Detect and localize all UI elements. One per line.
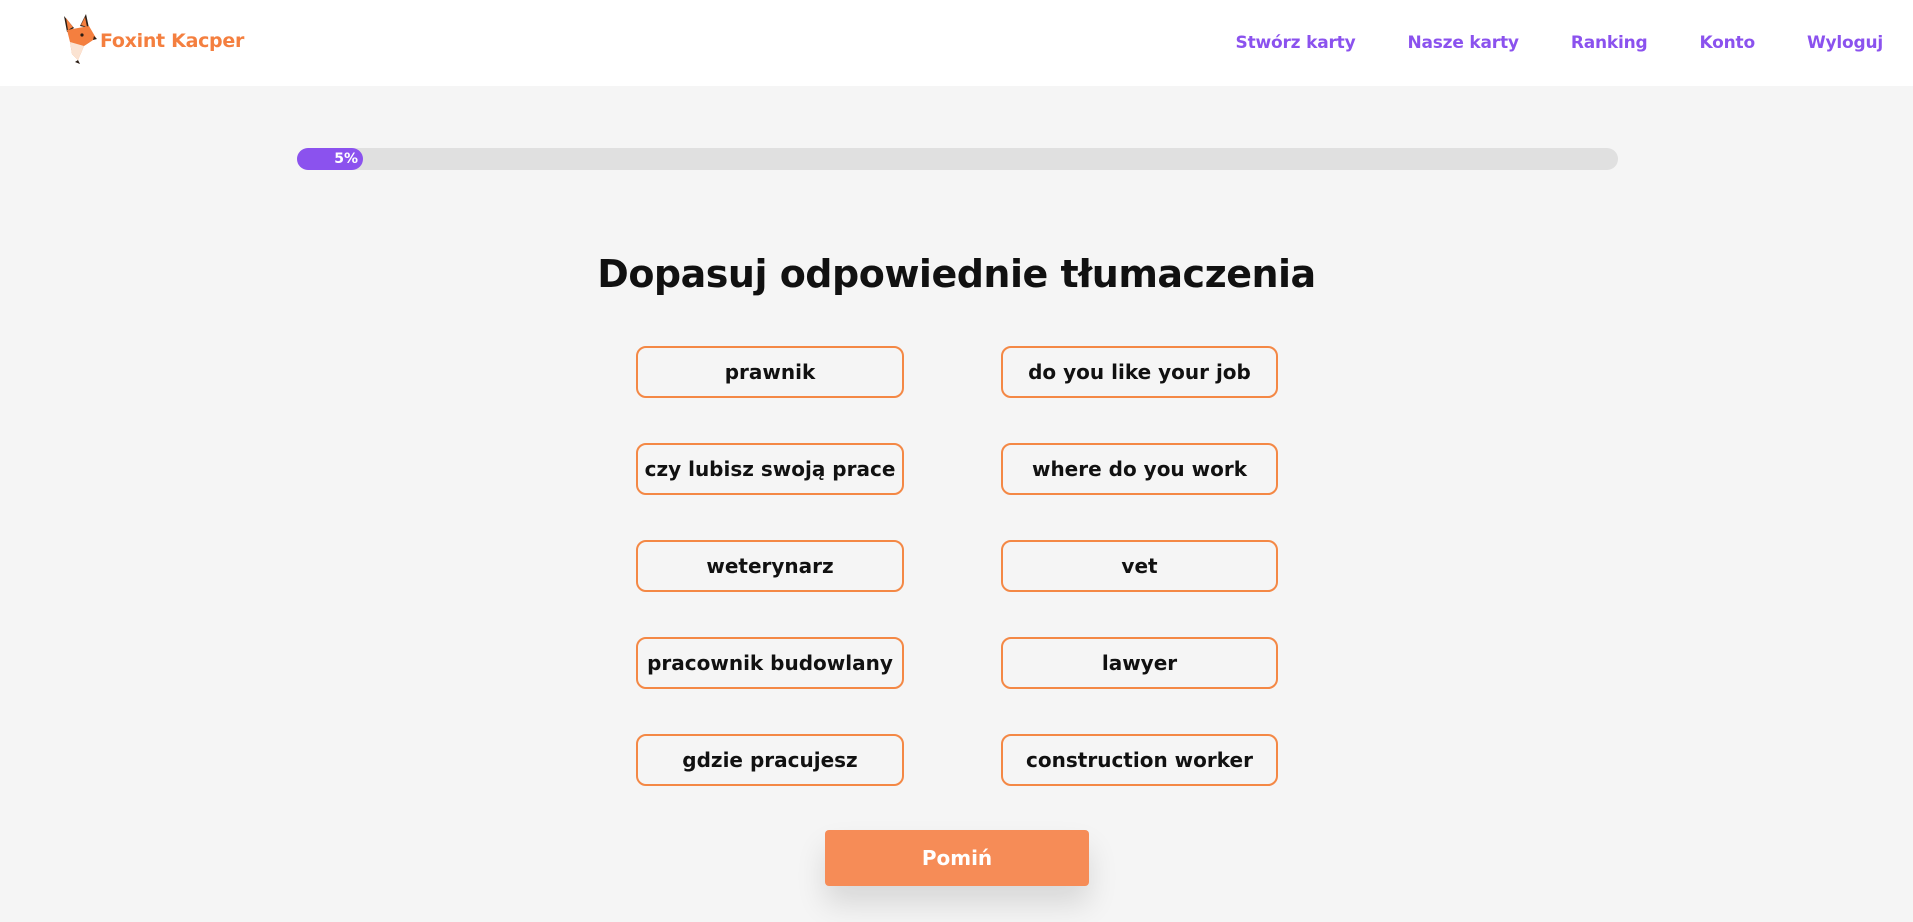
exercise-title: Dopasuj odpowiednie tłumaczenia [597,252,1316,296]
nav-link-ranking[interactable]: Ranking [1571,33,1648,53]
brand-name: Foxint Kacper [100,30,245,52]
match-tile-translation[interactable]: lawyer [1001,637,1278,689]
match-tile-translation[interactable]: where do you work [1001,443,1278,495]
main-nav: Stwórz karty Nasze karty Ranking Konto W… [1184,0,1884,86]
nav-link-our-cards[interactable]: Nasze karty [1407,33,1519,53]
source-words-column: prawnik czy lubisz swoją prace weterynar… [636,346,904,831]
match-tile-source[interactable]: gdzie pracujesz [636,734,904,786]
match-tile-source[interactable]: czy lubisz swoją prace [636,443,904,495]
match-tile-translation[interactable]: vet [1001,540,1278,592]
translations-column: do you like your job where do you work v… [1001,346,1278,831]
brand-link[interactable]: Foxint Kacper [58,12,244,64]
progress-bar: 5% [297,148,1618,170]
match-tile-source[interactable]: weterynarz [636,540,904,592]
fox-logo-icon [64,14,97,64]
match-tile-source[interactable]: prawnik [636,346,904,398]
nav-link-create-cards[interactable]: Stwórz karty [1236,33,1356,53]
skip-button[interactable]: Pomiń [825,830,1089,886]
match-tile-translation[interactable]: do you like your job [1001,346,1278,398]
progress-fill: 5% [297,148,364,170]
nav-link-logout[interactable]: Wyloguj [1807,33,1883,53]
navbar: Foxint Kacper Stwórz karty Nasze karty R… [0,0,1913,86]
nav-link-account[interactable]: Konto [1699,33,1755,53]
match-tile-source[interactable]: pracownik budowlany [636,637,904,689]
match-tile-translation[interactable]: construction worker [1001,734,1278,786]
